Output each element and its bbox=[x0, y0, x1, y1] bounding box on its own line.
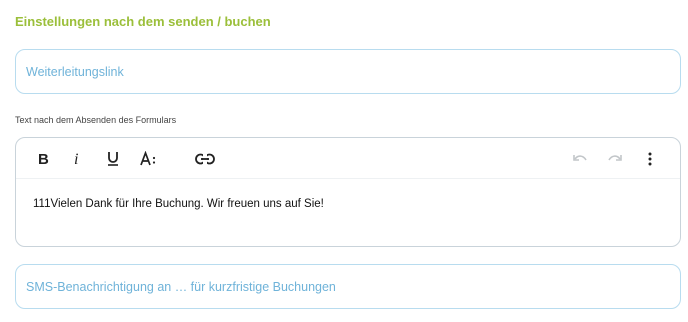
sms-notification-placeholder: SMS-Benachrichtigung an … für kurzfristi… bbox=[26, 279, 336, 294]
undo-icon[interactable] bbox=[569, 148, 591, 170]
underline-icon[interactable] bbox=[102, 148, 124, 170]
redirect-link-placeholder: Weiterleitungslink bbox=[26, 64, 124, 79]
redo-icon[interactable] bbox=[604, 148, 626, 170]
editor-toolbar: B i bbox=[16, 138, 680, 179]
bold-icon[interactable]: B bbox=[32, 148, 54, 170]
font-size-icon[interactable] bbox=[138, 148, 160, 170]
editor-label: Text nach dem Absenden des Formulars bbox=[15, 115, 177, 125]
italic-icon[interactable]: i bbox=[66, 148, 88, 170]
more-vertical-icon[interactable] bbox=[639, 148, 661, 170]
editor-content[interactable]: 111Vielen Dank für Ihre Buchung. Wir fre… bbox=[33, 198, 324, 210]
sms-notification-field[interactable]: SMS-Benachrichtigung an … für kurzfristi… bbox=[15, 264, 681, 309]
svg-text:i: i bbox=[74, 151, 78, 167]
svg-text:B: B bbox=[38, 151, 49, 167]
rich-text-editor[interactable]: B i 111Vielen Dank für Ihre Buchung. Wir… bbox=[15, 137, 681, 247]
section-title: Einstellungen nach dem senden / buchen bbox=[15, 14, 271, 29]
link-icon[interactable] bbox=[194, 148, 216, 170]
redirect-link-field[interactable]: Weiterleitungslink bbox=[15, 49, 681, 94]
